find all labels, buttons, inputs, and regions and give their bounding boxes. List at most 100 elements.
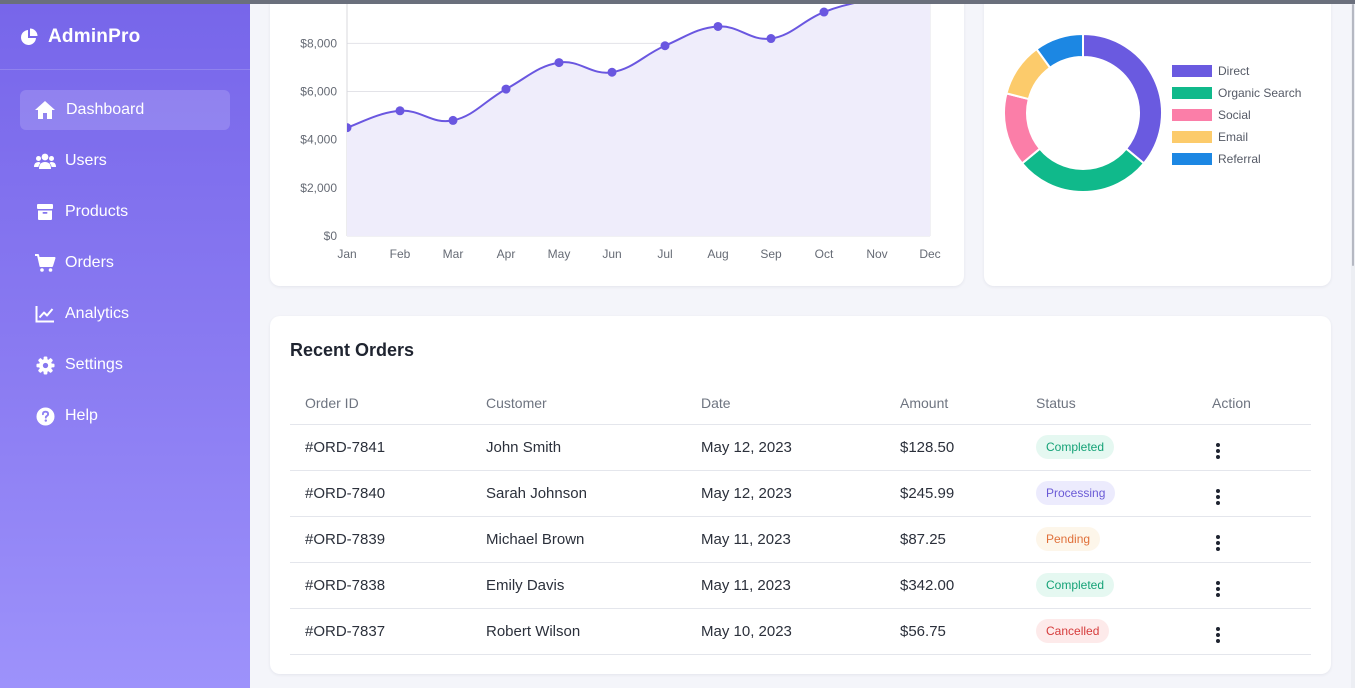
- x-tick-label: Jul: [657, 247, 672, 261]
- order-action-cell: [1197, 562, 1311, 609]
- column-header-order-id[interactable]: Order ID: [290, 382, 471, 425]
- customer-name: Robert Wilson: [471, 608, 686, 655]
- order-action-cell: [1197, 608, 1311, 655]
- table-row[interactable]: #ORD-7838 Emily Davis May 11, 2023 $342.00 C…: [290, 562, 1311, 609]
- order-date: May 10, 2023: [686, 608, 885, 655]
- revenue-line-chart: $0 $2,000 $4,000 $6,000 $8,000 Jan Feb Mar Apr Ma…: [300, 0, 941, 261]
- x-tick-label: Oct: [815, 247, 834, 261]
- column-header-action: Action: [1197, 382, 1311, 425]
- legend-item[interactable]: Organic Search: [1172, 82, 1301, 104]
- order-id: #ORD-7840: [290, 470, 471, 517]
- x-tick-label: Dec: [919, 247, 940, 261]
- status-badge: Cancelled: [1036, 619, 1110, 643]
- data-point[interactable]: [819, 7, 829, 17]
- order-id: #ORD-7838: [290, 562, 471, 609]
- column-header-date[interactable]: Date: [686, 382, 885, 425]
- order-date: May 11, 2023: [686, 516, 885, 563]
- sidebar-item-dashboard[interactable]: Dashboard: [20, 90, 230, 130]
- more-actions-icon[interactable]: [1212, 579, 1224, 599]
- legend-swatch: [1172, 65, 1212, 77]
- donut-slice[interactable]: [1020, 147, 1146, 193]
- data-point[interactable]: [766, 34, 776, 44]
- column-header-amount[interactable]: Amount: [885, 382, 1021, 425]
- column-header-customer[interactable]: Customer: [471, 382, 686, 425]
- order-id: #ORD-7839: [290, 516, 471, 563]
- sidebar-item-label: Help: [65, 407, 98, 424]
- order-status-cell: Completed: [1021, 424, 1197, 471]
- table-row[interactable]: #ORD-7837 Robert Wilson May 10, 2023 $56.75…: [290, 608, 1311, 655]
- order-status-cell: Completed: [1021, 562, 1197, 609]
- status-badge: Completed: [1036, 435, 1115, 459]
- brand[interactable]: AdminPro: [0, 4, 250, 70]
- order-amount: $87.25: [885, 516, 1021, 563]
- sidebar-item-label: Products: [65, 203, 129, 220]
- legend-label: Organic Search: [1218, 86, 1302, 100]
- sidebar-item-settings[interactable]: Settings: [20, 345, 230, 385]
- legend-label: Direct: [1218, 64, 1250, 78]
- x-tick-label: Jun: [602, 247, 621, 261]
- sidebar-item-analytics[interactable]: Analytics: [20, 294, 230, 334]
- legend-item[interactable]: Social: [1172, 104, 1301, 126]
- status-badge: Completed: [1036, 573, 1115, 597]
- legend-item[interactable]: Direct: [1172, 60, 1301, 82]
- x-tick-label: Apr: [497, 247, 516, 261]
- data-point[interactable]: [713, 21, 723, 31]
- order-action-cell: [1197, 516, 1311, 563]
- orders-table: Order ID Customer Date Amount Status Act…: [290, 382, 1311, 655]
- table-header-row: Order ID Customer Date Amount Status Act…: [290, 382, 1311, 425]
- data-point[interactable]: [554, 58, 564, 68]
- cart-icon: [34, 253, 56, 273]
- legend-item[interactable]: Email: [1172, 126, 1301, 148]
- legend-item[interactable]: Referral: [1172, 148, 1301, 170]
- table-row[interactable]: #ORD-7840 Sarah Johnson May 12, 2023 $245.9…: [290, 470, 1311, 517]
- scrollbar-thumb[interactable]: [1352, 4, 1354, 266]
- page-scrollbar[interactable]: [1351, 4, 1355, 688]
- more-actions-icon[interactable]: [1212, 625, 1224, 645]
- donut-slice[interactable]: [1082, 32, 1163, 165]
- home-icon: [34, 100, 56, 120]
- table-row[interactable]: #ORD-7839 Michael Brown May 11, 2023 $87.25…: [290, 516, 1311, 563]
- donut-legend: Direct Organic Search Social Email Referral: [1172, 60, 1301, 170]
- sidebar-nav: Dashboard Users Products Orders Analytic…: [0, 70, 250, 436]
- y-tick-label: $6,000: [300, 85, 337, 99]
- y-tick-label: $0: [324, 229, 338, 243]
- order-status-cell: Cancelled: [1021, 608, 1197, 655]
- order-action-cell: [1197, 424, 1311, 471]
- order-amount: $342.00: [885, 562, 1021, 609]
- more-actions-icon[interactable]: [1212, 441, 1224, 461]
- data-point[interactable]: [660, 41, 670, 51]
- sidebar-item-orders[interactable]: Orders: [20, 243, 230, 283]
- data-point[interactable]: [395, 106, 405, 116]
- sidebar-item-products[interactable]: Products: [20, 192, 230, 232]
- column-header-status[interactable]: Status: [1021, 382, 1197, 425]
- chart-line-icon: [34, 304, 56, 324]
- donut-slice[interactable]: [1003, 92, 1042, 165]
- table-row[interactable]: #ORD-7841 John Smith May 12, 2023 $128.50 Co…: [290, 424, 1311, 471]
- data-point[interactable]: [343, 123, 352, 133]
- sidebar-item-label: Dashboard: [66, 101, 145, 118]
- sidebar-item-label: Orders: [65, 254, 114, 271]
- legend-label: Social: [1218, 108, 1251, 122]
- box-icon: [34, 202, 56, 222]
- data-point[interactable]: [607, 67, 617, 77]
- data-point[interactable]: [448, 115, 458, 125]
- order-status-cell: Pending: [1021, 516, 1197, 563]
- order-id: #ORD-7841: [290, 424, 471, 471]
- order-amount: $56.75: [885, 608, 1021, 655]
- sidebar-item-help[interactable]: Help: [20, 396, 230, 436]
- x-tick-label: Aug: [707, 247, 728, 261]
- x-tick-label: Feb: [390, 247, 411, 261]
- revenue-chart-card: $0 $2,000 $4,000 $6,000 $8,000 Jan Feb Mar Apr Ma…: [270, 0, 964, 286]
- order-date: May 11, 2023: [686, 562, 885, 609]
- more-actions-icon[interactable]: [1212, 487, 1224, 507]
- order-date: May 12, 2023: [686, 470, 885, 517]
- data-point[interactable]: [501, 84, 511, 94]
- y-tick-label: $4,000: [300, 133, 337, 147]
- sidebar-item-users[interactable]: Users: [20, 141, 230, 181]
- customer-name: Michael Brown: [471, 516, 686, 563]
- legend-swatch: [1172, 153, 1212, 165]
- users-icon: [34, 151, 56, 171]
- x-tick-label: Mar: [443, 247, 464, 261]
- more-actions-icon[interactable]: [1212, 533, 1224, 553]
- y-tick-label: $2,000: [300, 181, 337, 195]
